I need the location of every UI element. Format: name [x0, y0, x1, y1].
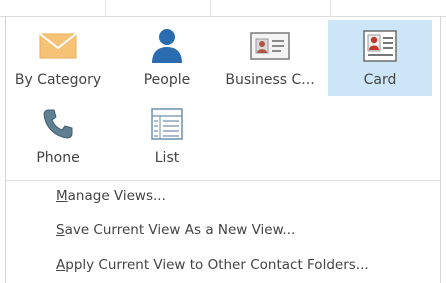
menu-item-label: pply Current View to Other Contact Folde… — [65, 257, 369, 273]
view-card[interactable]: Card — [328, 20, 432, 96]
view-gallery: By Category People Business C... Card Ph… — [6, 20, 440, 176]
view-label: Business C... — [225, 72, 315, 88]
contact-card-icon — [328, 25, 432, 67]
view-label: By Category — [14, 72, 102, 88]
view-business-card[interactable]: Business C... — [218, 20, 322, 96]
menu-item-label: anage Views... — [67, 188, 166, 204]
view-people[interactable]: People — [115, 20, 219, 96]
phone-icon — [6, 103, 110, 145]
view-label: List — [154, 150, 180, 166]
view-list[interactable]: List — [115, 98, 219, 174]
person-icon — [115, 25, 219, 67]
view-label: People — [143, 72, 191, 88]
apply-current-view-item[interactable]: Apply Current View to Other Contact Fold… — [56, 253, 369, 277]
strip-divider — [105, 0, 106, 16]
manage-views-item[interactable]: Manage Views... — [56, 184, 166, 208]
mnemonic: S — [56, 222, 65, 238]
business-card-icon — [218, 25, 322, 67]
list-icon — [115, 103, 219, 145]
view-by-category[interactable]: By Category — [6, 20, 110, 96]
menu-separator — [6, 180, 440, 181]
mnemonic: M — [56, 188, 68, 204]
menu-item-label: ave Current View As a New View... — [64, 222, 296, 238]
view-label: Phone — [36, 150, 80, 166]
strip-divider — [330, 0, 331, 16]
view-label: Card — [363, 72, 397, 88]
view-phone[interactable]: Phone — [6, 98, 110, 174]
save-current-view-item[interactable]: Save Current View As a New View... — [56, 218, 295, 242]
envelope-icon — [6, 25, 110, 67]
top-strip — [0, 0, 446, 17]
strip-divider — [210, 0, 211, 16]
popup-right-edge — [440, 16, 441, 283]
mnemonic: A — [56, 257, 66, 273]
